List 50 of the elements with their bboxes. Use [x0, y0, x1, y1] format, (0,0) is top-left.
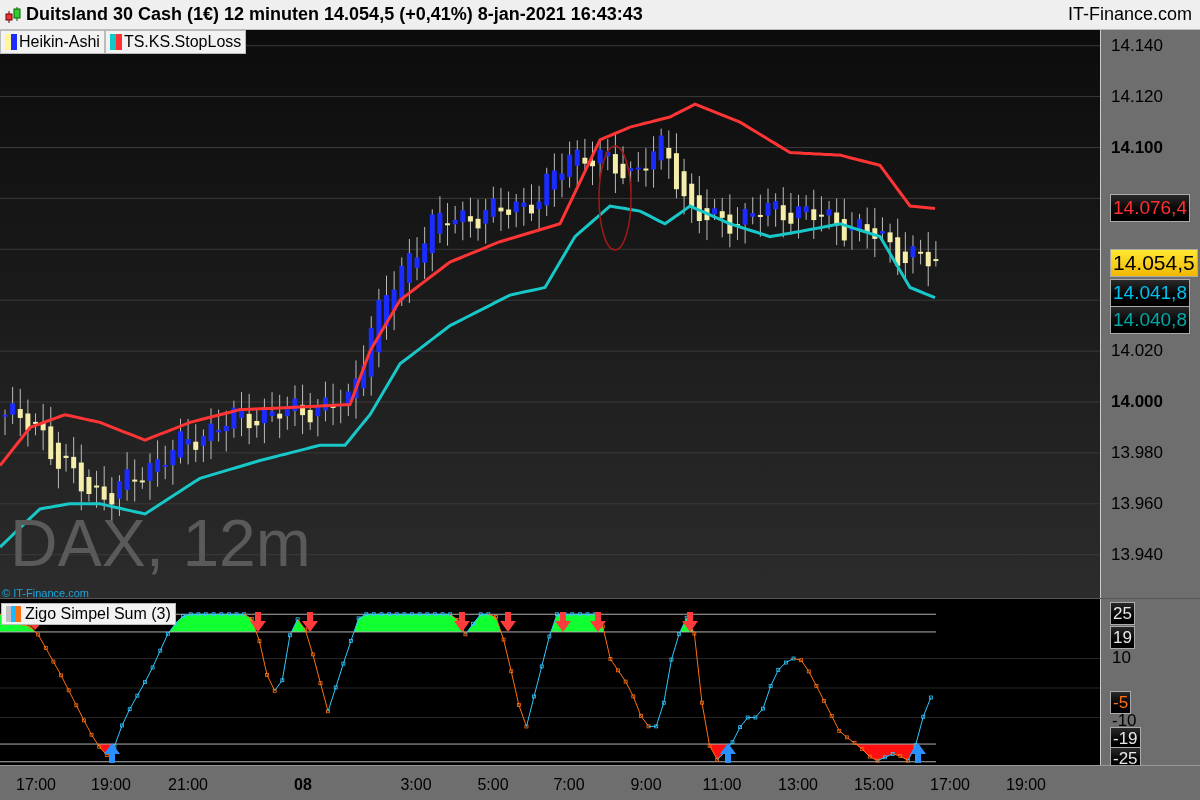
- copyright-text: © IT-Finance.com: [2, 586, 89, 598]
- time-tick-label: 9:00: [630, 775, 662, 795]
- down-arrow-icon: [555, 612, 571, 632]
- candlestick-icon: [4, 4, 22, 25]
- down-arrow-icon: [500, 612, 516, 632]
- oscillator-axis-label: -5: [1110, 691, 1132, 714]
- time-tick-label: 15:00: [854, 775, 894, 795]
- price-tick-label: 14.020: [1111, 341, 1163, 362]
- time-tick-label: 5:00: [477, 775, 509, 795]
- down-arrow-icon: [250, 612, 266, 632]
- price-marker-label: 14.041,8: [1110, 279, 1190, 307]
- swatch-icon: [5, 34, 17, 50]
- time-tick-label: 3:00: [400, 775, 432, 795]
- up-arrow-icon: [720, 743, 736, 763]
- down-arrow-icon: [302, 612, 318, 632]
- swatch-icon: [6, 606, 21, 622]
- up-arrow-icon: [104, 743, 120, 763]
- oscillator-axis-label: -10: [1111, 712, 1138, 730]
- price-tick-label: 14.000: [1111, 392, 1163, 412]
- time-tick-label: 17:00: [930, 775, 970, 795]
- site-name: IT-Finance.com: [1067, 3, 1193, 26]
- down-arrow-icon: [590, 612, 606, 632]
- down-arrow-icon: [682, 612, 698, 632]
- time-tick-label: 21:00: [168, 775, 208, 795]
- time-tick-label: 7:00: [553, 775, 585, 795]
- price-tick-label: 14.100: [1111, 137, 1163, 158]
- price-tick-label: 14.140: [1111, 35, 1163, 56]
- down-arrow-icon: [454, 612, 470, 632]
- swatch-icon: [109, 34, 122, 50]
- price-tick-label: 13.940: [1111, 544, 1163, 565]
- window-title: Duitsland 30 Cash (1€) 12 minuten 14.054,5 (+0,41%) 8-jan-2021 16:43:43: [26, 3, 643, 26]
- oscillator-axis-label: 19: [1110, 626, 1135, 649]
- price-tick-label: 14.120: [1111, 86, 1163, 107]
- time-tick-label: 17:00: [16, 775, 56, 795]
- oscillator-axis-label: 25: [1110, 602, 1135, 625]
- indicator-tag[interactable]: TS.KS.StopLoss: [104, 30, 247, 54]
- time-tick-label: 11:00: [702, 775, 742, 795]
- indicator-tag[interactable]: Heikin-Ashi: [0, 30, 105, 54]
- price-marker-label: 14.040,8: [1110, 306, 1190, 334]
- indicator-legend[interactable]: Zigo Simpel Sum (3): [1, 603, 176, 625]
- time-tick-label: 19:00: [1006, 775, 1046, 795]
- up-arrow-icon: [910, 743, 926, 763]
- price-tick-label: 13.960: [1111, 493, 1163, 514]
- time-tick-label: 13:00: [778, 775, 818, 795]
- oscillator-axis-label: 10: [1111, 649, 1132, 667]
- time-tick-label: 19:00: [91, 775, 131, 795]
- price-marker-label: 14.076,4: [1110, 194, 1190, 222]
- price-tick-label: 13.980: [1111, 442, 1163, 463]
- price-marker-label: 14.054,5: [1110, 249, 1198, 277]
- time-tick-label: 08: [294, 775, 312, 795]
